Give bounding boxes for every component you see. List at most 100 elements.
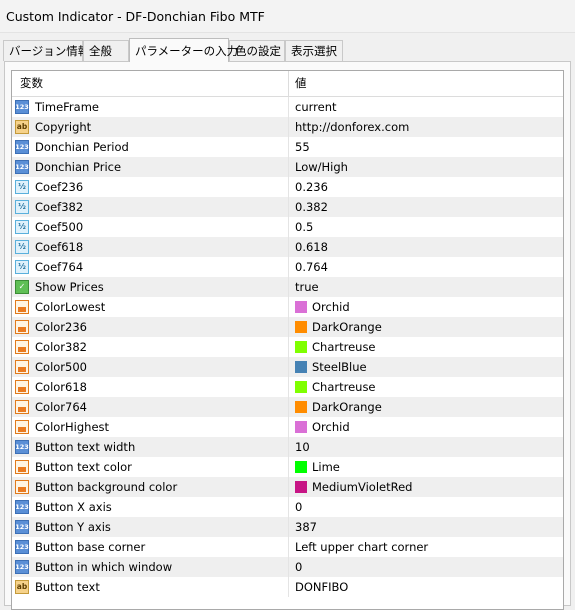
parameter-value: MediumVioletRed (312, 480, 413, 494)
parameter-value-cell[interactable]: Low/High (289, 157, 563, 177)
parameter-name-cell: ½ Coef382 (12, 197, 289, 217)
color-swatch (295, 361, 307, 373)
parameter-value-cell[interactable]: Left upper chart corner (289, 537, 563, 557)
parameter-value-cell[interactable]: 0.382 (289, 197, 563, 217)
parameter-value-cell[interactable]: MediumVioletRed (289, 477, 563, 497)
column-header-variable[interactable]: 変数 (12, 71, 289, 96)
parameter-name-cell: Button background color (12, 477, 289, 497)
table-row[interactable]: ab Button text DONFIBO (12, 577, 563, 597)
parameter-value-cell[interactable]: 0.764 (289, 257, 563, 277)
parameter-name-cell: ½ Coef236 (12, 177, 289, 197)
parameter-value: 0.382 (295, 200, 328, 214)
table-row[interactable]: Color764 DarkOrange (12, 397, 563, 417)
parameter-value-cell[interactable]: DarkOrange (289, 397, 563, 417)
color-swatch (295, 321, 307, 333)
tab-general[interactable]: 全般 (83, 40, 129, 61)
color-swatch (295, 481, 307, 493)
int-icon: 123 (15, 560, 29, 574)
parameter-value-cell[interactable]: current (289, 97, 563, 117)
table-row[interactable]: Button text color Lime (12, 457, 563, 477)
parameter-value-cell[interactable]: 0.618 (289, 237, 563, 257)
table-row[interactable]: Color236 DarkOrange (12, 317, 563, 337)
parameter-name: Coef500 (35, 220, 84, 234)
table-row[interactable]: Color618 Chartreuse (12, 377, 563, 397)
color-icon (15, 460, 29, 474)
table-row[interactable]: ✓ Show Prices true (12, 277, 563, 297)
grid-header: 変数 値 (12, 71, 563, 97)
parameter-value-cell[interactable]: 0 (289, 557, 563, 577)
parameter-value-cell[interactable]: 0.236 (289, 177, 563, 197)
table-row[interactable]: ½ Coef500 0.5 (12, 217, 563, 237)
parameter-name-cell: 123 TimeFrame (12, 97, 289, 117)
parameter-name-cell: ab Copyright (12, 117, 289, 137)
parameter-name: Color764 (35, 400, 87, 414)
table-row[interactable]: ½ Coef382 0.382 (12, 197, 563, 217)
table-row[interactable]: ColorHighest Orchid (12, 417, 563, 437)
parameter-value: 0.618 (295, 240, 328, 254)
table-row[interactable]: ½ Coef764 0.764 (12, 257, 563, 277)
color-icon (15, 400, 29, 414)
table-row[interactable]: 123 Donchian Price Low/High (12, 157, 563, 177)
parameter-value-cell[interactable]: DarkOrange (289, 317, 563, 337)
tab-visualization[interactable]: 表示選択 (285, 40, 343, 61)
parameter-value: Orchid (312, 300, 350, 314)
parameter-name: Color500 (35, 360, 87, 374)
parameter-value-cell[interactable]: Orchid (289, 417, 563, 437)
bool-icon: ✓ (15, 280, 29, 294)
parameter-value-cell[interactable]: 387 (289, 517, 563, 537)
table-row[interactable]: 123 Button Y axis 387 (12, 517, 563, 537)
parameter-name: Button text (35, 580, 100, 594)
parameter-name: TimeFrame (35, 100, 99, 114)
parameter-name-cell: ½ Coef500 (12, 217, 289, 237)
title-bar: Custom Indicator - DF-Donchian Fibo MTF (0, 0, 575, 33)
parameter-value-cell[interactable]: 10 (289, 437, 563, 457)
parameter-value-cell[interactable]: Chartreuse (289, 377, 563, 397)
int-icon: 123 (15, 540, 29, 554)
parameter-name: Button Y axis (35, 520, 111, 534)
parameter-value-cell[interactable]: http://donforex.com (289, 117, 563, 137)
parameter-value: Lime (312, 460, 340, 474)
table-row[interactable]: ½ Coef618 0.618 (12, 237, 563, 257)
parameter-value-cell[interactable]: Chartreuse (289, 337, 563, 357)
parameter-value-cell[interactable]: 0.5 (289, 217, 563, 237)
parameter-value: true (295, 280, 319, 294)
table-row[interactable]: Color500 SteelBlue (12, 357, 563, 377)
tab-input-parameters[interactable]: パラメーターの入力 (129, 38, 238, 62)
table-row[interactable]: ColorLowest Orchid (12, 297, 563, 317)
parameter-value-cell[interactable]: Orchid (289, 297, 563, 317)
int-icon: 123 (15, 100, 29, 114)
parameter-value-cell[interactable]: 0 (289, 497, 563, 517)
tab-version-info[interactable]: バージョン情報 (3, 40, 89, 61)
parameter-name-cell: ✓ Show Prices (12, 277, 289, 297)
table-row[interactable]: 123 TimeFrame current (12, 97, 563, 117)
table-row[interactable]: ½ Coef236 0.236 (12, 177, 563, 197)
parameter-name-cell: ColorHighest (12, 417, 289, 437)
parameter-name: Button text width (35, 440, 136, 454)
parameter-value: current (295, 100, 337, 114)
parameter-value: 0.764 (295, 260, 328, 274)
color-icon (15, 300, 29, 314)
table-row[interactable]: ab Copyright http://donforex.com (12, 117, 563, 137)
table-row[interactable]: 123 Button text width 10 (12, 437, 563, 457)
parameter-value: http://donforex.com (295, 120, 410, 134)
parameter-name: Button text color (35, 460, 132, 474)
table-row[interactable]: 123 Button base corner Left upper chart co… (12, 537, 563, 557)
table-row[interactable]: 123 Button in which window 0 (12, 557, 563, 577)
double-icon: ½ (15, 260, 29, 274)
parameter-value-cell[interactable]: true (289, 277, 563, 297)
column-header-value[interactable]: 値 (289, 71, 563, 96)
parameter-name-cell: Button text color (12, 457, 289, 477)
table-row[interactable]: 123 Donchian Period 55 (12, 137, 563, 157)
table-row[interactable]: 123 Button X axis 0 (12, 497, 563, 517)
parameter-value: DONFIBO (295, 580, 349, 594)
parameter-value-cell[interactable]: 55 (289, 137, 563, 157)
parameter-name-cell: Color382 (12, 337, 289, 357)
parameter-value-cell[interactable]: DONFIBO (289, 577, 563, 597)
double-icon: ½ (15, 200, 29, 214)
parameter-value-cell[interactable]: SteelBlue (289, 357, 563, 377)
table-row[interactable]: Button background color MediumVioletRed (12, 477, 563, 497)
parameter-value-cell[interactable]: Lime (289, 457, 563, 477)
parameter-value: Low/High (295, 160, 348, 174)
int-icon: 123 (15, 160, 29, 174)
table-row[interactable]: Color382 Chartreuse (12, 337, 563, 357)
